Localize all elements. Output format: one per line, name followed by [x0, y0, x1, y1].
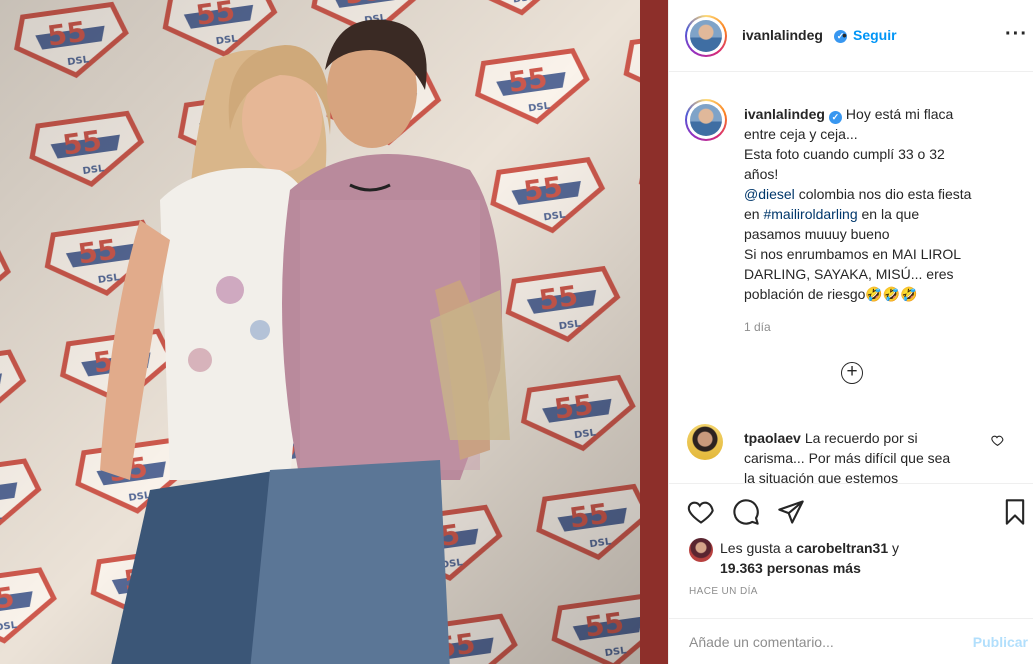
hashtag-link[interactable]: #mailiroldarling — [763, 206, 857, 222]
comment-icon[interactable] — [732, 498, 760, 526]
likes-conj: y — [892, 540, 899, 556]
liker-avatar[interactable] — [689, 538, 713, 562]
caption-text-fragment: colombia nos dio esta fiesta — [798, 186, 972, 202]
photo-illustration: 55 DSL — [0, 0, 668, 664]
likes-prefix: Les gusta a — [720, 540, 793, 556]
caption-line: Esta foto cuando cumplí 33 o 32 — [744, 146, 945, 162]
ellipsis-icon[interactable]: ··· — [1005, 24, 1028, 44]
liker-username[interactable]: carobeltran31 — [796, 540, 888, 556]
post-caption: ivanlalindeg ✓ Hoy está mi flaca entre cej… — [744, 104, 994, 304]
post-details-panel: ivanlalindeg ✓ • Seguir ··· ivanlalindeg… — [668, 0, 1033, 664]
post-header: ivanlalindeg ✓ • Seguir ··· — [669, 0, 1033, 72]
caption-avatar[interactable] — [685, 99, 727, 141]
publish-button[interactable]: Publicar — [973, 634, 1028, 650]
likes-count[interactable]: 19.363 personas más — [720, 560, 861, 576]
verified-badge-icon: ✓ — [828, 111, 842, 124]
caption-line: DARLING, SAYAKA, MISÚ... eres — [744, 266, 954, 282]
caption-line: Hoy está mi flaca — [845, 106, 954, 122]
heart-outline-icon[interactable] — [991, 434, 1004, 447]
plus-circle-icon[interactable]: + — [841, 362, 863, 384]
post-actions: Les gusta a carobeltran31 y 19.363 perso… — [669, 483, 1033, 609]
comment-line: La recuerdo por si — [804, 430, 918, 446]
header-separator: • — [842, 27, 847, 43]
laughing-emoji: 🤣🤣🤣 — [865, 286, 918, 302]
caption-line: entre ceja y ceja... — [744, 126, 858, 142]
comment-line: la situación que estemos — [744, 470, 899, 483]
add-comment-bar: Añade un comentario... Publicar — [669, 618, 1033, 664]
comment-line: carisma... Por más difícil que sea — [744, 450, 951, 466]
author-username[interactable]: ivanlalindeg — [742, 27, 823, 43]
post-photo[interactable]: 55 DSL — [0, 0, 668, 664]
post-timestamp[interactable]: HACE UN DÍA — [689, 586, 758, 597]
comment-text: tpaolaev La recuerdo por si carisma... Po… — [744, 428, 974, 483]
author-avatar[interactable] — [685, 15, 727, 57]
caption-line: años! — [744, 166, 779, 182]
caption-line: pasamos muuuy bueno — [744, 226, 890, 242]
bookmark-icon[interactable] — [1001, 498, 1029, 526]
caption-line: Si nos enrumbamos en MAI LIROL — [744, 246, 962, 262]
heart-icon[interactable] — [687, 498, 715, 526]
comment-item: tpaolaev La recuerdo por si carisma... Po… — [687, 424, 1032, 483]
commenter-username[interactable]: tpaolaev — [744, 430, 801, 446]
caption-username[interactable]: ivanlalindeg — [744, 106, 825, 122]
caption-time[interactable]: 1 día — [744, 320, 771, 334]
caption-text-fragment: en la que — [861, 206, 920, 222]
mention-link[interactable]: @diesel — [744, 186, 795, 202]
comment-input[interactable]: Añade un comentario... — [689, 634, 834, 650]
paper-plane-icon[interactable] — [777, 498, 805, 526]
comments-scroll-area[interactable]: ivanlalindeg ✓ Hoy está mi flaca entre cej… — [669, 72, 1033, 483]
commenter-avatar[interactable] — [687, 424, 723, 460]
follow-button[interactable]: Seguir — [853, 27, 897, 43]
caption-line: población de riesgo — [744, 286, 866, 302]
caption-text-fragment: en — [744, 206, 760, 222]
